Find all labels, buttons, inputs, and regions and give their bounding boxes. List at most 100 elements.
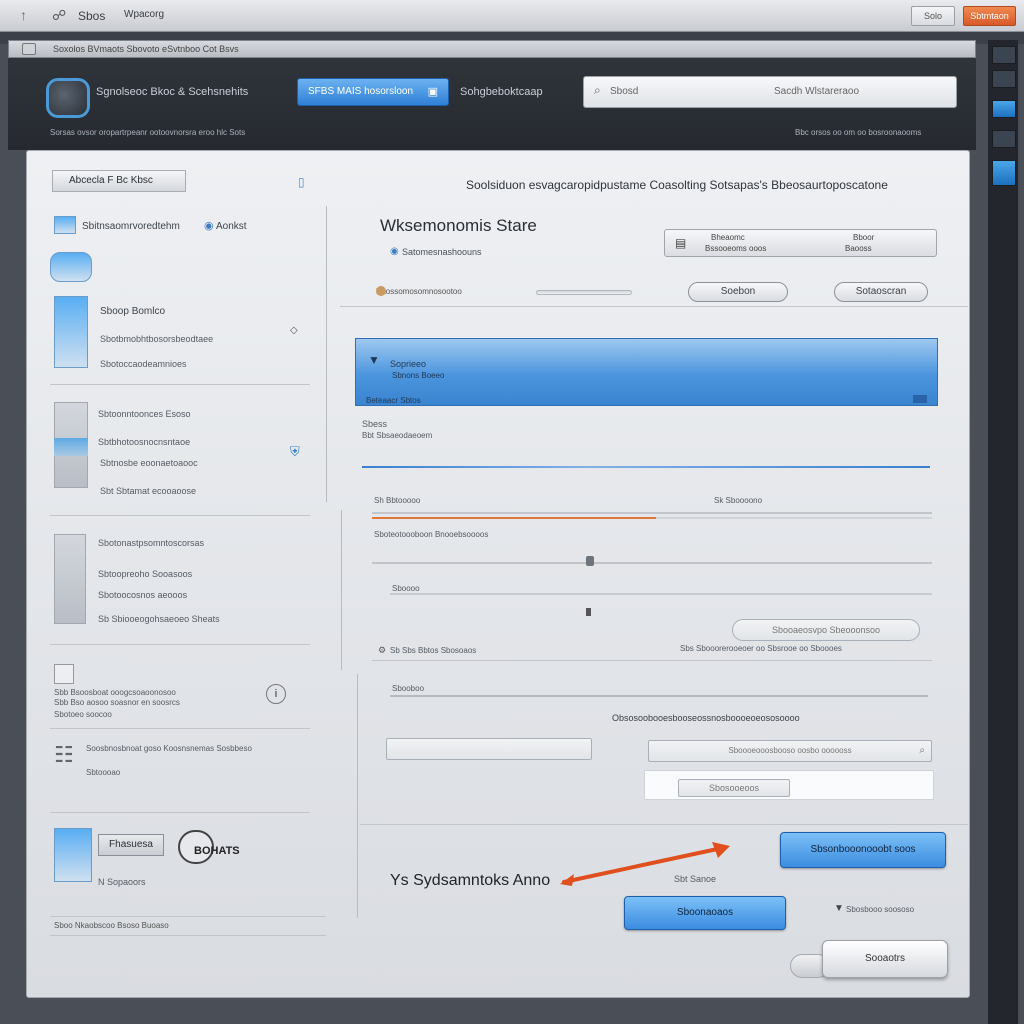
list-item[interactable]: Sbtoopreoho Sooasoos bbox=[98, 569, 192, 579]
sidebar-thumb-2-highlight bbox=[54, 438, 88, 456]
list-item[interactable]: Sbotoocosnos aeooos bbox=[98, 590, 187, 600]
info-left-bottom: Bssooeoms ooos bbox=[705, 244, 767, 253]
brand-text: BOHATS bbox=[194, 845, 240, 857]
progress-line-blue bbox=[362, 466, 930, 468]
app-title: Sgnolseoc Bkoc & Scehsnehits bbox=[96, 86, 249, 98]
search-icon: ⌕ bbox=[594, 83, 601, 97]
list-item[interactable]: Sboop Bomlco bbox=[100, 306, 165, 317]
dock-tool-4[interactable] bbox=[992, 130, 1016, 148]
list-item[interactable]: Sbotoccaodeamnioes bbox=[100, 359, 187, 369]
row4-left-label: Sb Sbs Bbtos Sbosoaos bbox=[390, 646, 477, 655]
text-field-1[interactable]: Sbooaeosvpo Sbeooonsoo bbox=[732, 619, 920, 641]
shield-icon[interactable]: ⛨ bbox=[290, 444, 300, 460]
search-input[interactable]: ⌕ Sbosd Sacdh Wlstareraoo bbox=[583, 76, 957, 108]
list-item[interactable]: Sbb Bso aosoo soasnor en soosrcs bbox=[54, 698, 180, 707]
primary-action-button[interactable]: Sbsonbooonooobt soos bbox=[780, 832, 946, 868]
right-dock bbox=[988, 40, 1018, 1024]
list-item[interactable]: Sbtoooao bbox=[86, 768, 120, 777]
dock-tool-3[interactable] bbox=[992, 100, 1016, 118]
list-item[interactable]: Sb Sbiooeogohsaeoeo Sheats bbox=[98, 614, 220, 624]
sidebar-divider bbox=[50, 728, 310, 729]
row4-right-label: Sbs Sbooorerooeoer oo Sbsrooe oo Sboooes bbox=[680, 644, 842, 653]
breadcrumb[interactable]: Soxolos BVmaots Sbovoto eSvtnboo Cot Bsv… bbox=[8, 40, 976, 58]
track bbox=[372, 512, 932, 514]
selected-banner[interactable]: ▼ Soprieeo Sbnons Boeeo Beteaacr Sbtos bbox=[355, 338, 938, 406]
cancel-button[interactable]: Sooaotrs bbox=[822, 940, 948, 978]
search-field-value: Sboooeooosbooso oosbo oooooss bbox=[728, 746, 852, 755]
row1-right-label: Sk Sboooono bbox=[714, 496, 763, 505]
page-headline: Soolsiduon esvagcaropidpustame Coasoltin… bbox=[466, 178, 888, 192]
search-icon: ⌕ bbox=[919, 745, 925, 756]
slider-thumb[interactable] bbox=[586, 608, 591, 616]
slider-label: Baossomosomnosootoo bbox=[376, 287, 462, 296]
info-icon[interactable]: i bbox=[266, 684, 286, 704]
info-box[interactable]: ▤ Bheaomc Bssooeoms ooos Bboor Baooss bbox=[664, 229, 937, 257]
list-item[interactable]: Sbotonastpsomntoscorsas bbox=[98, 538, 204, 548]
cloud-icon[interactable] bbox=[50, 252, 92, 282]
sidebar-divider bbox=[50, 812, 310, 813]
bookmark-icon[interactable]: ▯ bbox=[298, 175, 305, 189]
list-item[interactable]: Sbtoonntoonces Esoso bbox=[98, 409, 191, 419]
pill-button-1[interactable]: Soebon bbox=[688, 282, 788, 302]
info-left-top: Bheaomc bbox=[711, 233, 745, 242]
banner-title: Soprieeo bbox=[390, 359, 427, 369]
secondary-action-button[interactable]: Sboonaoaos bbox=[624, 896, 786, 930]
primary-header-button-label: SFBS MAIS hosorsloon bbox=[308, 86, 414, 97]
sidebar-separator bbox=[357, 674, 358, 918]
slider-thumb[interactable] bbox=[586, 556, 594, 566]
sidebar-top-label[interactable]: Sbitnsaomrvoredtehm bbox=[82, 221, 180, 232]
header-link[interactable]: Sohgbeboktcaap bbox=[460, 86, 543, 98]
progress-bar-orange bbox=[372, 517, 656, 519]
row1-left-label: Sh Bbtooooo bbox=[374, 496, 421, 505]
expand-icon[interactable]: ◇ bbox=[290, 325, 298, 336]
dock-tool-2[interactable] bbox=[992, 70, 1016, 88]
sidebar-divider bbox=[50, 384, 310, 385]
row4-icon: ⚙ bbox=[378, 645, 387, 655]
sidebar-bottom-button[interactable]: Fhasuesa bbox=[98, 834, 164, 856]
dock-tool-1[interactable] bbox=[992, 46, 1016, 64]
window-button[interactable]: Solo bbox=[911, 6, 955, 26]
sidebar-divider bbox=[50, 644, 310, 645]
app-icon: ☍ bbox=[52, 7, 67, 23]
checkbox[interactable] bbox=[54, 664, 74, 684]
note-icon: ▼ bbox=[834, 903, 844, 914]
text-field-2[interactable]: Sbosooeoos bbox=[678, 779, 790, 797]
list-item[interactable]: Sbtnosbe eoonaetoaooc bbox=[100, 458, 198, 468]
sidebar-footer: Sboo Nkaobscoo Bsoso Buoaso bbox=[50, 916, 326, 936]
row5-label: Sbooboo bbox=[392, 684, 425, 693]
sidebar-top-badge[interactable]: Aonkst bbox=[216, 221, 247, 232]
list-item[interactable]: Sbotoeo soocoo bbox=[54, 710, 112, 719]
group-label: Obsosoobooesbooseossnosboooeoeososoooo bbox=[612, 713, 800, 723]
sidebar-thumb-4 bbox=[54, 828, 92, 882]
row2-label: Sboteotoooboon Bnooebsoooos bbox=[374, 530, 489, 539]
pill-button-2[interactable]: Sotaoscran bbox=[834, 282, 928, 302]
sidebar-header[interactable]: Abcecla F Bc Kbsc bbox=[52, 170, 186, 192]
slider-track[interactable] bbox=[372, 562, 932, 564]
banner-icon: ▼ bbox=[368, 353, 380, 367]
slider[interactable] bbox=[536, 290, 632, 295]
list-item[interactable]: Soosbnosbnoat goso Koosnsnemas Sosbbeso bbox=[86, 744, 252, 753]
sidebar-thumb-1 bbox=[54, 296, 88, 368]
folder-icon: ▣ bbox=[427, 86, 438, 98]
input-field[interactable] bbox=[386, 738, 592, 760]
row3-label: Sboooo bbox=[392, 584, 420, 593]
dock-tool-5[interactable] bbox=[992, 160, 1016, 186]
status-dot bbox=[376, 286, 386, 296]
tab-icon[interactable] bbox=[22, 43, 36, 55]
content-divider bbox=[360, 824, 968, 825]
section-sublabel: Bbt Sbsaeodaeoem bbox=[362, 431, 433, 440]
window-title: Sbos bbox=[78, 9, 106, 23]
search-field[interactable]: Sboooeooosbooso oosbo oooooss ⌕ bbox=[648, 740, 932, 762]
globe-icon: ◉ bbox=[390, 246, 399, 257]
calendar-icon: ▤ bbox=[675, 236, 687, 250]
list-item[interactable]: Sbt Sbtamat ecooaoose bbox=[100, 486, 196, 496]
section-label: Sbess bbox=[362, 419, 388, 429]
sidebar-top-icon bbox=[54, 216, 76, 234]
back-icon[interactable]: ↑ bbox=[20, 7, 27, 23]
list-item[interactable]: Sbtbhotoosnocnsntaoe bbox=[98, 437, 190, 447]
primary-header-button[interactable]: SFBS MAIS hosorsloon ▣ bbox=[297, 78, 449, 106]
list-item[interactable]: Sbb Bsoosboat ooogcsoaoonosoo bbox=[54, 688, 176, 697]
window-close-button[interactable]: Sbtmtaon bbox=[963, 6, 1016, 26]
list-item[interactable]: Sbotbmobhtbosorsbeodtaee bbox=[100, 334, 213, 344]
sidebar-divider bbox=[50, 515, 310, 516]
